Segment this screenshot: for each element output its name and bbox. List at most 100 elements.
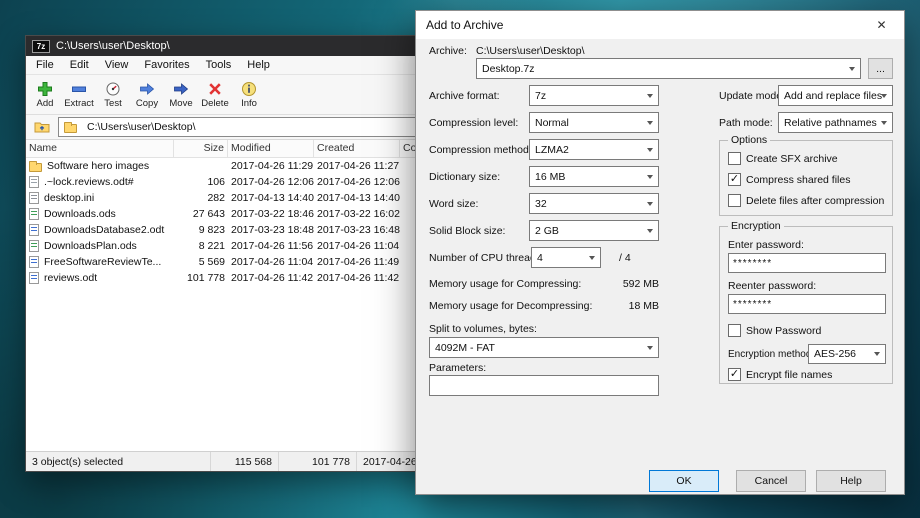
show-password-checkbox[interactable]: Show Password (728, 324, 821, 337)
parameters-field[interactable] (429, 375, 659, 396)
compression-level-label: Compression level: (429, 117, 518, 129)
encryption-method-select[interactable]: AES-256 (808, 344, 886, 364)
checkbox-box-icon (728, 368, 741, 381)
checkbox-box-icon (728, 173, 741, 186)
create-sfx-checkbox[interactable]: Create SFX archive (728, 152, 838, 165)
ods-icon (29, 240, 39, 252)
delete-button[interactable]: Delete (198, 76, 232, 114)
menu-item-file[interactable]: File (28, 57, 62, 73)
ods-icon (29, 208, 39, 220)
compress-shared-checkbox[interactable]: Compress shared files (728, 173, 850, 186)
encrypt-names-checkbox[interactable]: Encrypt file names (728, 368, 832, 381)
menu-item-tools[interactable]: Tools (198, 57, 240, 73)
enter-password-field[interactable]: ******** (728, 253, 886, 273)
chevron-down-icon (647, 175, 653, 179)
column-header-modified[interactable]: Modified (228, 140, 314, 157)
info-button[interactable]: Info (232, 76, 266, 114)
delete-after-checkbox[interactable]: Delete files after compression (728, 194, 884, 207)
toolbar-button-label: Move (169, 98, 192, 109)
file-size: 27 643 (174, 206, 228, 222)
column-header-size[interactable]: Size (174, 140, 228, 157)
encryption-method-label: Encryption method: (728, 349, 814, 360)
archive-format-select[interactable]: 7z (529, 85, 659, 106)
status-selection: 3 object(s) selected (26, 452, 211, 471)
dictionary-size-select[interactable]: 16 MB (529, 166, 659, 187)
menu-item-help[interactable]: Help (239, 57, 278, 73)
close-button[interactable]: ✕ (859, 11, 904, 39)
path-mode-label: Path mode: (719, 117, 773, 129)
menu-item-edit[interactable]: Edit (62, 57, 97, 73)
extract-button[interactable]: Extract (62, 76, 96, 114)
word-size-select[interactable]: 32 (529, 193, 659, 214)
file-name: .~lock.reviews.odt# (44, 176, 134, 188)
cpu-threads-label: Number of CPU threads: (429, 252, 544, 264)
chevron-down-icon (874, 352, 880, 356)
solid-block-size-label: Solid Block size: (429, 225, 505, 237)
column-header-name[interactable]: Name (26, 140, 174, 157)
toolbar-button-label: Add (37, 98, 54, 109)
dialog-title: Add to Archive (426, 18, 503, 32)
enter-password-label: Enter password: (728, 239, 804, 251)
compress-shared-label: Compress shared files (746, 174, 850, 186)
folder-up-icon (34, 119, 50, 135)
compression-level-value: Normal (535, 117, 569, 129)
split-volumes-label: Split to volumes, bytes: (429, 323, 537, 335)
dictionary-size-value: 16 MB (535, 171, 565, 183)
test-button[interactable]: Test (96, 76, 130, 114)
reenter-password-field[interactable]: ******** (728, 294, 886, 314)
help-button[interactable]: Help (816, 470, 886, 492)
file-name: desktop.ini (44, 192, 94, 204)
options-group: Options Create SFX archive Compress shar… (719, 140, 893, 216)
cancel-button[interactable]: Cancel (736, 470, 806, 492)
reenter-password-value: ******** (733, 299, 772, 310)
parameters-label: Parameters: (429, 362, 486, 374)
compression-level-select[interactable]: Normal (529, 112, 659, 133)
file-modified: 2017-04-26 11:42 (228, 270, 314, 286)
file-modified: 2017-04-26 11:56 (228, 238, 314, 254)
status-focused-size: 101 778 (279, 452, 357, 471)
solid-block-size-select[interactable]: 2 GB (529, 220, 659, 241)
ok-button[interactable]: OK (649, 470, 719, 492)
chevron-down-icon (647, 202, 653, 206)
add-button[interactable]: Add (28, 76, 62, 114)
path-mode-select[interactable]: Relative pathnames (778, 112, 893, 133)
options-group-title: Options (728, 134, 770, 146)
update-mode-value: Add and replace files (784, 90, 882, 102)
memory-compress-value: 592 MB (529, 278, 659, 290)
move-icon (173, 81, 189, 97)
cpu-threads-select[interactable]: 4 (531, 247, 601, 268)
file-name: FreeSoftwareReviewTe... (44, 256, 161, 268)
move-button[interactable]: Move (164, 76, 198, 114)
file-created: 2017-04-26 11:49 (314, 254, 400, 270)
menu-item-view[interactable]: View (97, 57, 137, 73)
archive-format-value: 7z (535, 90, 546, 102)
file-size: 101 778 (174, 270, 228, 286)
browse-button[interactable]: ... (868, 58, 893, 79)
parent-folder-button[interactable] (30, 117, 54, 137)
compression-method-value: LZMA2 (535, 144, 569, 156)
dialog-titlebar[interactable]: Add to Archive ✕ (416, 11, 904, 39)
file-created: 2017-04-26 11:04 (314, 238, 400, 254)
split-volumes-combo[interactable]: 4092M - FAT (429, 337, 659, 358)
chevron-down-icon (589, 256, 595, 260)
chevron-down-icon (849, 67, 855, 71)
file-size: 9 823 (174, 222, 228, 238)
archive-name-combo[interactable]: Desktop.7z (476, 58, 861, 79)
compression-method-select[interactable]: LZMA2 (529, 139, 659, 160)
status-total-size: 115 568 (211, 452, 279, 471)
column-header-created[interactable]: Created (314, 140, 400, 157)
toolbar-button-label: Delete (201, 98, 228, 109)
chevron-down-icon (881, 94, 887, 98)
copy-button[interactable]: Copy (130, 76, 164, 114)
solid-block-size-value: 2 GB (535, 225, 559, 237)
chevron-down-icon (647, 121, 653, 125)
file-size: 106 (174, 174, 228, 190)
file-name: Downloads.ods (44, 208, 116, 220)
menu-item-favorites[interactable]: Favorites (136, 57, 197, 73)
reenter-password-label: Reenter password: (728, 280, 816, 292)
chevron-down-icon (647, 346, 653, 350)
chevron-down-icon (647, 148, 653, 152)
checkbox-box-icon (728, 152, 741, 165)
update-mode-select[interactable]: Add and replace files (778, 85, 893, 106)
file-modified: 2017-03-22 18:46 (228, 206, 314, 222)
